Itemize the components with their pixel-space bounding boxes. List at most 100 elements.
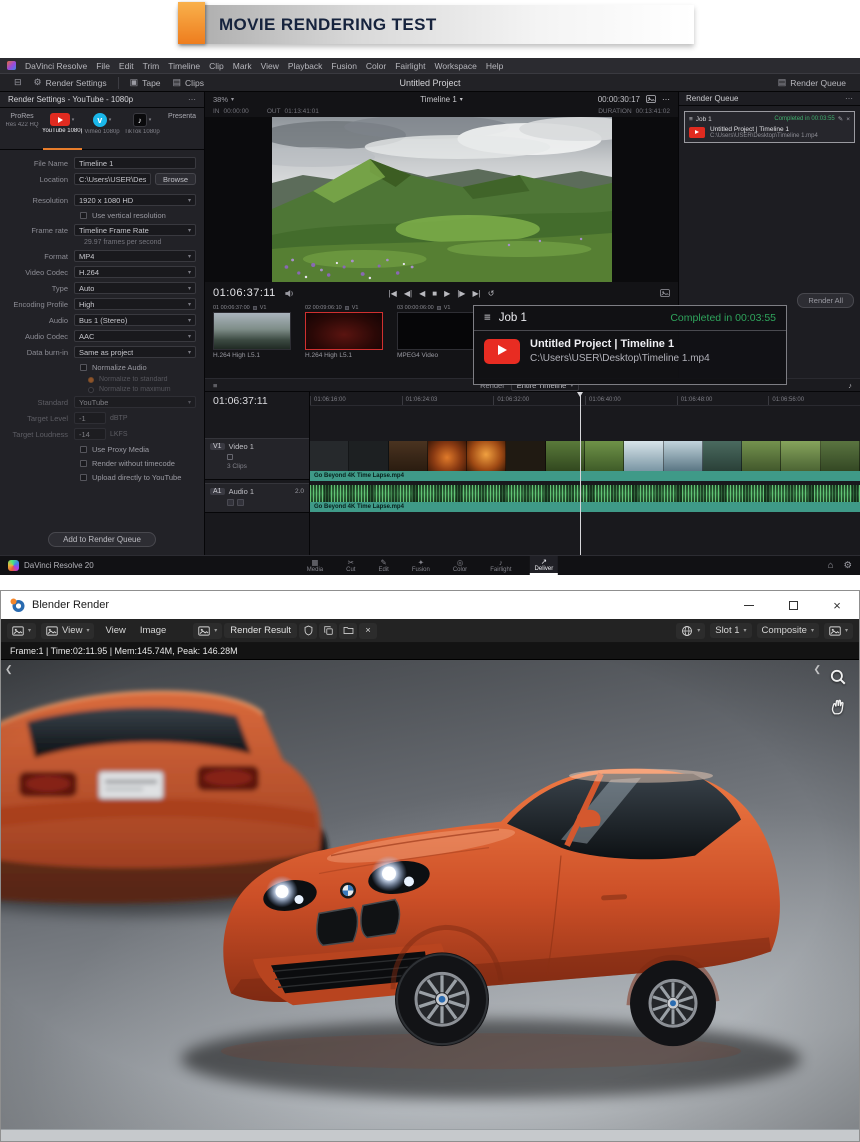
audio-dropdown[interactable]: Bus 1 (Stereo)▾: [74, 314, 196, 326]
queue-options-icon[interactable]: ⋯: [845, 94, 853, 103]
project-manager-icon[interactable]: ⌂: [828, 560, 834, 571]
normalize-to-maximum-radio[interactable]: Normalize to maximum: [88, 386, 196, 393]
panel-options-icon[interactable]: ⋯: [188, 95, 196, 104]
header-menu-item[interactable]: View: [99, 623, 131, 638]
use-proxy-media-checkbox[interactable]: Use Proxy Media: [80, 444, 196, 454]
location-input[interactable]: C:\Users\USER\Desktop: [74, 173, 151, 185]
normalize-audio-checkbox[interactable]: Normalize Audio: [80, 362, 196, 372]
preset-tiktok[interactable]: ♪ ▾ TikTok 1080p: [122, 113, 162, 135]
preset-vimeo[interactable]: v ▾ Vimeo 1080p: [82, 113, 122, 135]
render-settings-button[interactable]: ⚙ Render Settings: [28, 75, 113, 90]
menu-item[interactable]: Workspace: [434, 61, 476, 71]
menu-item[interactable]: Help: [486, 61, 503, 71]
transport-button[interactable]: |▶: [457, 289, 465, 298]
viewer-zoom-dropdown[interactable]: 38% ▾: [213, 95, 234, 104]
solo-button[interactable]: [227, 499, 234, 506]
audio-clip-name-bar[interactable]: Go Beyond 4K Time Lapse.mp4: [310, 502, 860, 512]
timeline-tracks-area[interactable]: 01:06:16:0001:06:24:0301:06:32:0001:06:4…: [310, 392, 860, 555]
panel-toggle-icon[interactable]: ⊟: [8, 75, 28, 90]
transport-button[interactable]: ◀|: [404, 289, 412, 298]
menu-item[interactable]: File: [96, 61, 110, 71]
page-tab-media[interactable]: ▦ Media: [302, 556, 328, 575]
transport-button[interactable]: ▶|: [472, 289, 480, 298]
display-channels-dropdown[interactable]: ▾: [676, 623, 705, 639]
render-result-viewport[interactable]: ❮ ❮: [1, 660, 859, 1129]
clip-thumbnail[interactable]: [397, 312, 475, 350]
viewer-options-icon[interactable]: ⋯: [662, 95, 670, 104]
transport-button[interactable]: ↺: [488, 289, 495, 298]
clip-thumbnail-selected[interactable]: [305, 312, 383, 350]
edit-job-icon[interactable]: ✎: [838, 115, 843, 123]
timeline-selector-dropdown[interactable]: Timeline 1 ▾: [420, 95, 463, 104]
render-without-timecode-checkbox[interactable]: Render without timecode: [80, 458, 196, 468]
film-icon[interactable]: [646, 94, 656, 104]
audio-track-header[interactable]: A1 Audio 1 2.0: [205, 483, 309, 513]
fake-user-icon[interactable]: [299, 623, 317, 639]
page-tab-fairlight[interactable]: ♪ Fairlight: [485, 556, 516, 575]
resolution-dropdown[interactable]: 1920 x 1080 HD▾: [74, 194, 196, 206]
video-track-filmstrip[interactable]: [310, 441, 860, 471]
transport-button[interactable]: |◀: [389, 289, 397, 298]
type-dropdown[interactable]: Auto▾: [74, 282, 196, 294]
file-name-input[interactable]: Timeline 1: [74, 157, 196, 169]
target-loudness-input[interactable]: -14: [74, 428, 106, 440]
video-clip-name-bar[interactable]: Go Beyond 4K Time Lapse.mp4: [310, 471, 860, 481]
clip-thumbnail[interactable]: [213, 312, 291, 350]
preset-youtube[interactable]: ▾ YouTube 1080p: [42, 113, 82, 134]
audio-codec-dropdown[interactable]: AAC▾: [74, 330, 196, 342]
audio-waveform[interactable]: [310, 485, 860, 502]
page-tab-cut[interactable]: ✂ Cut: [341, 556, 360, 575]
image-datablock-name[interactable]: Render Result: [224, 623, 297, 638]
menu-item[interactable]: Playback: [288, 61, 323, 71]
render-all-button[interactable]: Render All: [797, 293, 854, 308]
minimize-button[interactable]: [727, 591, 771, 619]
menu-app-name[interactable]: DaVinci Resolve: [25, 61, 87, 71]
menu-item[interactable]: Trim: [143, 61, 160, 71]
render-queue-button[interactable]: ▤ Render Queue: [772, 75, 852, 90]
menu-item[interactable]: Clip: [209, 61, 224, 71]
clips-button[interactable]: ▤ Clips: [167, 75, 210, 90]
timeline-ruler[interactable]: 01:06:16:0001:06:24:0301:06:32:0001:06:4…: [310, 392, 860, 406]
mute-button[interactable]: [237, 499, 244, 506]
menu-item[interactable]: Mark: [233, 61, 252, 71]
tape-button[interactable]: ▣ Tape: [124, 75, 167, 90]
render-job-card[interactable]: ≡ Job 1 Completed in 00:03:55 ✎ × Untitl…: [684, 111, 855, 143]
encoding-profile-dropdown[interactable]: High▾: [74, 298, 196, 310]
editor-type-dropdown[interactable]: ▾: [7, 623, 36, 639]
upload-directly-youtube-checkbox[interactable]: Upload directly to YouTube: [80, 472, 196, 482]
target-level-input[interactable]: -1: [74, 412, 106, 424]
zoom-tool-icon[interactable]: [827, 666, 849, 688]
image-browse-dropdown[interactable]: ▾: [193, 623, 222, 639]
render-pass-dropdown[interactable]: Composite ▾: [757, 623, 819, 638]
page-tab-edit[interactable]: ✎ Edit: [373, 556, 393, 575]
duplicate-image-icon[interactable]: [319, 623, 337, 639]
clip-item[interactable]: 01 00:06:37:00 V1 H.264 High L5.1: [213, 304, 291, 360]
render-slot-dropdown[interactable]: Slot 1 ▾: [710, 623, 751, 638]
settings-gear-icon[interactable]: ⚙: [843, 560, 852, 571]
region-toggle-icon[interactable]: ❮: [5, 664, 13, 675]
normalize-to-standard-radio[interactable]: Normalize to standard: [88, 376, 196, 383]
maximize-button[interactable]: [771, 591, 815, 619]
pan-tool-icon[interactable]: [827, 696, 849, 718]
menu-item[interactable]: Fairlight: [395, 61, 425, 71]
menu-item[interactable]: Fusion: [331, 61, 357, 71]
transport-button[interactable]: ■: [432, 289, 437, 298]
menu-item[interactable]: Edit: [119, 61, 134, 71]
clip-item[interactable]: 02 00:09:06:10 V1 H.264 High L5.1: [305, 304, 383, 360]
transport-button[interactable]: ◀: [419, 289, 425, 298]
close-button[interactable]: ×: [815, 591, 859, 619]
delete-job-icon[interactable]: ×: [846, 116, 850, 123]
audio-mixer-icon[interactable]: ♪: [848, 381, 852, 390]
data-burn-in-dropdown[interactable]: Same as project▾: [74, 346, 196, 358]
region-toggle-icon[interactable]: ❮: [813, 664, 821, 675]
lock-icon[interactable]: [227, 454, 233, 460]
preset-prores[interactable]: ProRes Res 422 HQ: [2, 113, 42, 128]
speaker-icon[interactable]: [284, 288, 295, 299]
use-vertical-resolution-checkbox[interactable]: Use vertical resolution: [80, 210, 196, 220]
unlink-image-icon[interactable]: ×: [359, 623, 377, 639]
menu-item[interactable]: View: [261, 61, 279, 71]
playhead[interactable]: [580, 392, 581, 555]
clip-item[interactable]: 03 00:00:06:00 V1 MPEG4 Video: [397, 304, 475, 360]
timeline-menu-icon[interactable]: ≡: [213, 381, 217, 390]
open-image-icon[interactable]: [339, 623, 357, 639]
